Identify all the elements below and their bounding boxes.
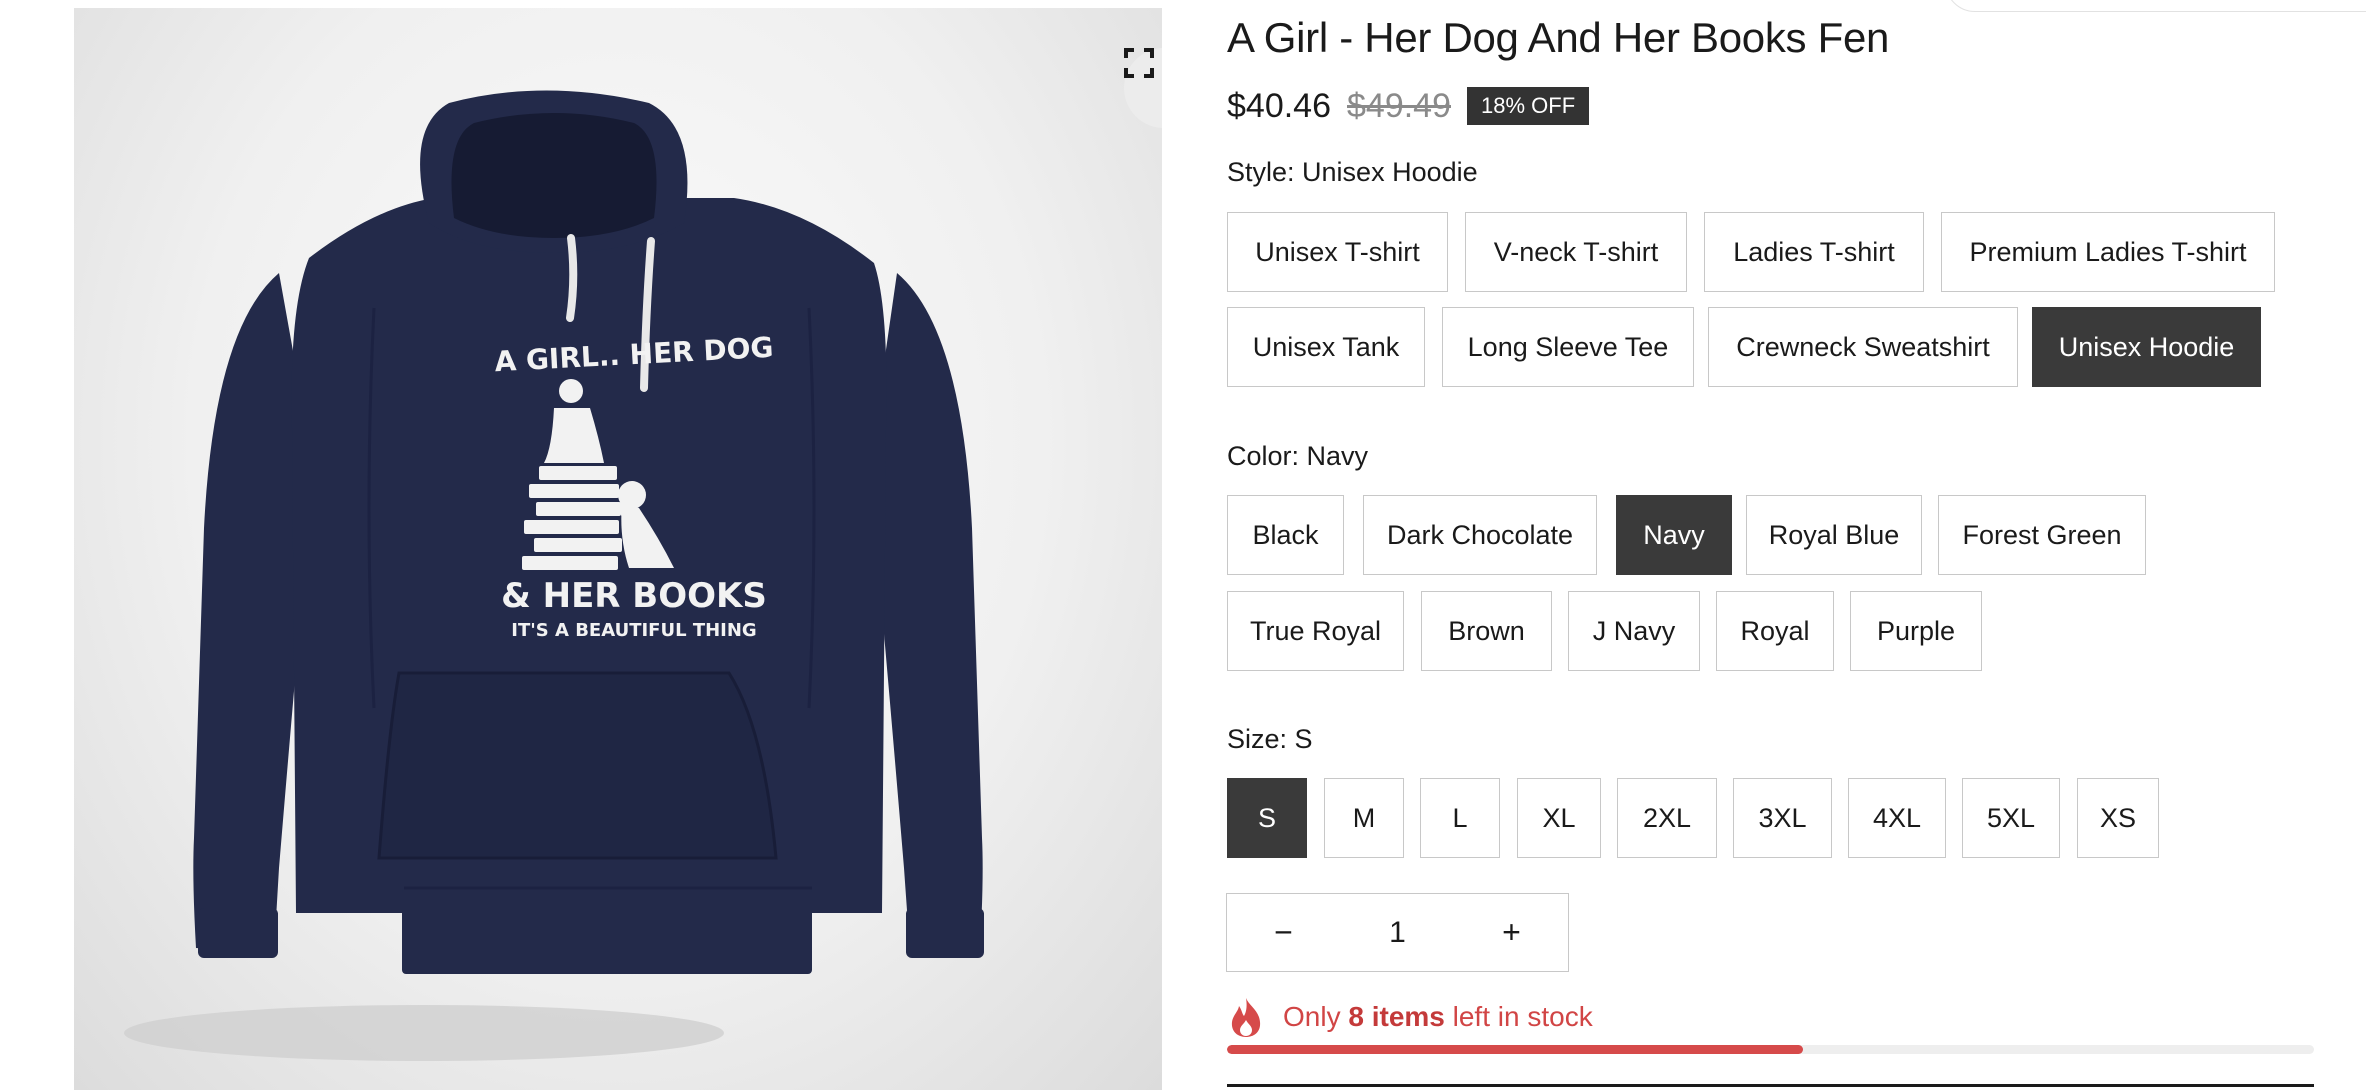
size-option[interactable]: 2XL — [1617, 778, 1717, 858]
size-option[interactable]: 5XL — [1962, 778, 2060, 858]
original-price: $49.49 — [1347, 86, 1451, 125]
color-option[interactable]: True Royal — [1227, 591, 1404, 671]
product-title: A Girl - Her Dog And Her Books Fen — [1227, 14, 1890, 61]
product-image — [124, 90, 984, 1061]
price-row: $40.46 $49.49 18% OFF — [1227, 84, 1590, 128]
stock-prefix: Only — [1283, 1001, 1341, 1032]
color-option-selected[interactable]: Navy — [1616, 495, 1732, 575]
color-option[interactable]: Black — [1227, 495, 1344, 575]
style-option[interactable]: Ladies T-shirt — [1704, 212, 1924, 292]
product-image-gallery[interactable]: A GIRL.. HER DOG & HER BOOKS IT'S A BEAU… — [74, 8, 1162, 1090]
style-option[interactable]: Unisex T-shirt — [1227, 212, 1448, 292]
size-label-text: Size: — [1227, 724, 1288, 754]
style-label: Style: Unisex Hoodie — [1227, 157, 1478, 188]
discount-badge: 18% OFF — [1467, 87, 1590, 125]
color-label-text: Color: — [1227, 441, 1300, 471]
quantity-decrease-button[interactable]: − — [1227, 894, 1340, 971]
color-label: Color: Navy — [1227, 441, 1368, 472]
size-option-selected[interactable]: S — [1227, 778, 1307, 858]
size-label: Size: S — [1227, 724, 1313, 755]
color-option[interactable]: Royal — [1716, 591, 1834, 671]
quantity-increase-button[interactable]: + — [1455, 894, 1568, 971]
color-option[interactable]: Forest Green — [1938, 495, 2146, 575]
style-option[interactable]: Crewneck Sweatshirt — [1708, 307, 2018, 387]
color-option[interactable]: J Navy — [1568, 591, 1700, 671]
size-option[interactable]: 4XL — [1848, 778, 1946, 858]
print-line-2: & HER BOOKS — [501, 576, 767, 616]
current-price: $40.46 — [1227, 86, 1331, 125]
style-option[interactable]: Unisex Tank — [1227, 307, 1425, 387]
color-option[interactable]: Royal Blue — [1746, 495, 1922, 575]
size-selected-value: S — [1294, 724, 1313, 754]
stock-notice: Only 8 items left in stock — [1227, 992, 1593, 1042]
size-option[interactable]: 3XL — [1733, 778, 1832, 858]
size-option[interactable]: M — [1324, 778, 1404, 858]
stock-progress-fill — [1227, 1045, 1804, 1054]
stock-progress-bar — [1227, 1045, 2314, 1054]
print-line-3: IT'S A BEAUTIFUL THING — [511, 620, 757, 641]
size-option[interactable]: L — [1420, 778, 1500, 858]
color-option[interactable]: Purple — [1850, 591, 1982, 671]
stock-suffix: left in stock — [1452, 1001, 1593, 1032]
style-label-text: Style: — [1227, 157, 1295, 187]
stock-count: 8 items — [1348, 1001, 1445, 1032]
quantity-value[interactable]: 1 — [1340, 916, 1455, 950]
top-corner-panel — [1945, 0, 2366, 12]
flame-icon — [1231, 998, 1261, 1037]
style-option[interactable]: Premium Ladies T-shirt — [1941, 212, 2275, 292]
color-option[interactable]: Dark Chocolate — [1363, 495, 1597, 575]
size-option[interactable]: XS — [2077, 778, 2159, 858]
add-to-cart-top-edge — [1227, 1084, 2314, 1087]
style-option-selected[interactable]: Unisex Hoodie — [2032, 307, 2261, 387]
style-option[interactable]: V-neck T-shirt — [1465, 212, 1687, 292]
style-selected-value: Unisex Hoodie — [1302, 157, 1478, 187]
color-selected-value: Navy — [1306, 441, 1369, 471]
color-option[interactable]: Brown — [1421, 591, 1552, 671]
size-option[interactable]: XL — [1517, 778, 1601, 858]
quantity-stepper: − 1 + — [1226, 893, 1569, 972]
expand-icon — [1124, 48, 1154, 78]
style-option[interactable]: Long Sleeve Tee — [1442, 307, 1694, 387]
